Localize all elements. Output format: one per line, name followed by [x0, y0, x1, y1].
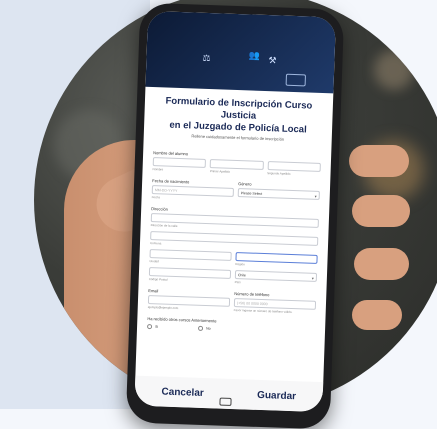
scale-icon: ⚖ — [202, 52, 211, 64]
radio-circle-icon — [147, 324, 153, 330]
radio-no[interactable]: No — [198, 325, 211, 331]
phone-input[interactable]: (+56) 00 0000 0000 — [233, 298, 317, 310]
radio-no-label: No — [206, 326, 211, 331]
form-footer: Cancelar Guardar — [134, 375, 324, 413]
cancel-button[interactable]: Cancelar — [161, 386, 204, 398]
save-button[interactable]: Guardar — [257, 389, 296, 401]
first-name-input[interactable] — [152, 157, 207, 168]
first-surname-sub: Primer Apellido — [209, 169, 231, 174]
finger — [349, 145, 409, 177]
home-button-icon[interactable] — [219, 397, 232, 406]
radio-circle-icon — [198, 325, 204, 331]
tablet-icon — [285, 73, 306, 87]
finger — [354, 248, 409, 280]
first-surname-input[interactable] — [209, 159, 264, 170]
finger — [352, 195, 410, 227]
phone-screen: ⚖ 👥 ⚒ Formulario de Inscripción Curso Ju… — [134, 10, 336, 413]
gavel-icon: ⚒ — [268, 55, 277, 66]
form-title: Formulario de Inscripción Curso Justicia… — [150, 95, 327, 137]
header-banner: ⚖ 👥 ⚒ — [145, 10, 336, 94]
bokeh-light — [374, 50, 414, 90]
first-name-sub: Nombre — [152, 167, 164, 172]
dob-input[interactable]: MM-DD-YYYY — [151, 185, 234, 197]
smartphone: ⚖ 👥 ⚒ Formulario de Inscripción Curso Ju… — [125, 2, 345, 429]
second-surname-input[interactable] — [267, 161, 321, 172]
finger — [352, 300, 402, 330]
gender-select[interactable]: Please Select — [237, 188, 320, 200]
radio-yes[interactable]: Si — [147, 324, 159, 330]
registration-form: Nombre del alumno Nombre Primer Apellido… — [137, 137, 332, 335]
second-surname-sub: Segundo Apellido — [267, 171, 291, 176]
people-icon: 👥 — [248, 50, 261, 61]
radio-yes-label: Si — [155, 324, 159, 329]
